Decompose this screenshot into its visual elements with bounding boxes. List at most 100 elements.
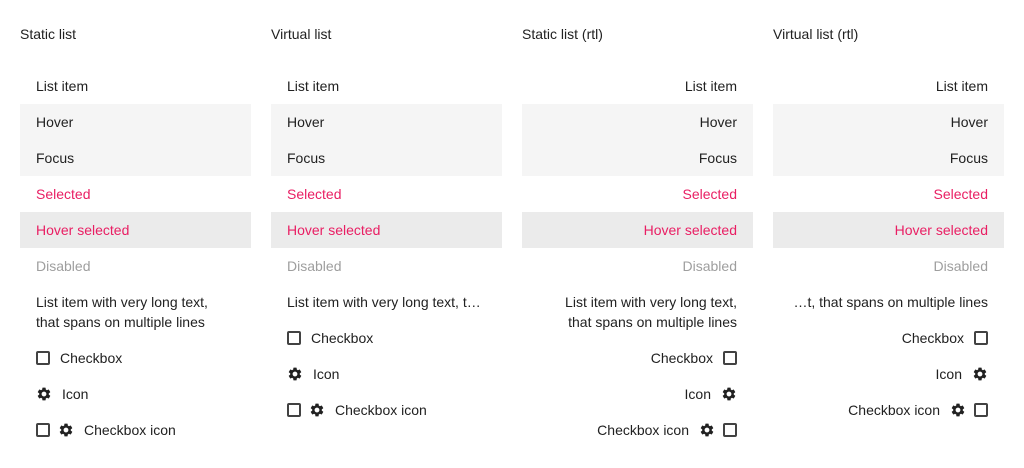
- list-item-checkbox[interactable]: Checkbox: [522, 340, 753, 376]
- list-item[interactable]: List item: [522, 68, 753, 104]
- list-item-label: Hover: [699, 114, 737, 130]
- checkbox-icon[interactable]: [974, 403, 988, 417]
- list-item-label: Focus: [287, 150, 326, 166]
- list-item[interactable]: List item: [20, 68, 251, 104]
- list-item-disabled: Disabled: [271, 248, 502, 284]
- list-item-label: Selected: [287, 186, 342, 202]
- list-item-label: Checkbox: [650, 350, 713, 366]
- list-item-selected[interactable]: Selected: [271, 176, 502, 212]
- list-item-hover[interactable]: Hover: [773, 104, 1004, 140]
- checkbox-icon[interactable]: [723, 351, 737, 365]
- list-item-icon[interactable]: Icon: [522, 376, 753, 412]
- list-item-checkbox-icon[interactable]: Checkbox icon: [20, 412, 251, 448]
- list-item-label: Checkbox: [60, 350, 123, 366]
- checkbox-icon[interactable]: [287, 331, 301, 345]
- list-item-label: Hover: [36, 114, 74, 130]
- list-item-selected[interactable]: Selected: [20, 176, 251, 212]
- list-item-hover[interactable]: Hover: [20, 104, 251, 140]
- list-item-label: Disabled: [933, 258, 988, 274]
- list-item-selected[interactable]: Selected: [522, 176, 753, 212]
- list-item-label: List item: [36, 78, 89, 94]
- column-title: Static list: [20, 26, 77, 42]
- list-item-long-text[interactable]: List item with very long text, that span…: [773, 284, 1004, 320]
- list-item-label: Icon: [62, 386, 89, 402]
- gear-icon: [721, 386, 737, 402]
- list-item-label: Hover selected: [643, 222, 737, 238]
- list-item-label: Disabled: [287, 258, 342, 274]
- checkbox-icon[interactable]: [974, 331, 988, 345]
- list-item-label: List item with very long text, that span…: [287, 294, 486, 310]
- list-item-selected[interactable]: Selected: [773, 176, 1004, 212]
- list-item-disabled: Disabled: [773, 248, 1004, 284]
- list-item[interactable]: List item: [271, 68, 502, 104]
- list-item-label: Checkbox icon: [848, 402, 940, 418]
- list-item-long-text[interactable]: List item with very long text, that span…: [522, 284, 753, 340]
- list-item-checkbox[interactable]: Checkbox: [773, 320, 1004, 356]
- virtual-list-rtl: List item Hover Focus Selected Hover sel…: [773, 68, 1004, 428]
- list-item-label: Icon: [313, 366, 340, 382]
- list-item-label: Selected: [682, 186, 737, 202]
- list-item-label: List item: [684, 78, 737, 94]
- list-item-label: Icon: [684, 386, 711, 402]
- gear-icon: [287, 366, 303, 382]
- list-item-checkbox[interactable]: Checkbox: [20, 340, 251, 376]
- list-item-label: Hover: [287, 114, 325, 130]
- list-item-hover[interactable]: Hover: [271, 104, 502, 140]
- list-item-label: Checkbox icon: [335, 402, 427, 418]
- list-item-label: Focus: [949, 150, 988, 166]
- list-item-focus[interactable]: Focus: [20, 140, 251, 176]
- gear-icon: [309, 402, 325, 418]
- gear-icon: [699, 422, 715, 438]
- list-item-label: Hover selected: [894, 222, 988, 238]
- list-item-checkbox-icon[interactable]: Checkbox icon: [271, 392, 502, 428]
- list-item-checkbox-icon[interactable]: Checkbox icon: [773, 392, 1004, 428]
- list-item-label: Hover: [950, 114, 988, 130]
- list-item-label: List item with very long text, that span…: [565, 294, 737, 330]
- list-item-long-text[interactable]: List item with very long text, that span…: [271, 284, 502, 320]
- column-title: Static list (rtl): [522, 26, 603, 42]
- list-item-hover-selected[interactable]: Hover selected: [773, 212, 1004, 248]
- list-item-long-text[interactable]: List item with very long text, that span…: [20, 284, 251, 340]
- list-item-label: Disabled: [682, 258, 737, 274]
- list-item-label: List item: [935, 78, 988, 94]
- list-item-hover-selected[interactable]: Hover selected: [20, 212, 251, 248]
- list-item-checkbox[interactable]: Checkbox: [271, 320, 502, 356]
- static-list-rtl: List item Hover Focus Selected Hover sel…: [522, 68, 753, 448]
- checkbox-icon[interactable]: [36, 351, 50, 365]
- gear-icon: [950, 402, 966, 418]
- checkbox-icon[interactable]: [36, 423, 50, 437]
- list-item-label: Icon: [935, 366, 962, 382]
- list-item-label: List item: [287, 78, 340, 94]
- list-item-hover-selected[interactable]: Hover selected: [522, 212, 753, 248]
- column-title: Virtual list: [271, 26, 332, 42]
- list-item-label: Hover selected: [36, 222, 130, 238]
- list-item-label: Disabled: [36, 258, 91, 274]
- list-item-disabled: Disabled: [20, 248, 251, 284]
- list-item[interactable]: List item: [773, 68, 1004, 104]
- list-item-icon[interactable]: Icon: [20, 376, 251, 412]
- static-list: List item Hover Focus Selected Hover sel…: [20, 68, 251, 448]
- list-item-label: Selected: [933, 186, 988, 202]
- list-item-hover[interactable]: Hover: [522, 104, 753, 140]
- list-item-label: Checkbox icon: [597, 422, 689, 438]
- list-item-focus[interactable]: Focus: [522, 140, 753, 176]
- gear-icon: [972, 366, 988, 382]
- checkbox-icon[interactable]: [287, 403, 301, 417]
- list-item-focus[interactable]: Focus: [271, 140, 502, 176]
- list-item-icon[interactable]: Icon: [773, 356, 1004, 392]
- list-item-label: Checkbox: [901, 330, 964, 346]
- list-item-icon[interactable]: Icon: [271, 356, 502, 392]
- list-item-label: List item with very long text, that span…: [36, 294, 208, 330]
- column-title: Virtual list (rtl): [773, 26, 859, 42]
- checkbox-icon[interactable]: [723, 423, 737, 437]
- list-item-label: List item with very long text, that span…: [789, 294, 988, 310]
- virtual-list: List item Hover Focus Selected Hover sel…: [271, 68, 502, 428]
- list-item-focus[interactable]: Focus: [773, 140, 1004, 176]
- list-item-hover-selected[interactable]: Hover selected: [271, 212, 502, 248]
- list-item-label: Checkbox icon: [84, 422, 176, 438]
- list-item-checkbox-icon[interactable]: Checkbox icon: [522, 412, 753, 448]
- list-item-label: Focus: [698, 150, 737, 166]
- list-item-label: Focus: [36, 150, 75, 166]
- list-item-label: Selected: [36, 186, 91, 202]
- gear-icon: [58, 422, 74, 438]
